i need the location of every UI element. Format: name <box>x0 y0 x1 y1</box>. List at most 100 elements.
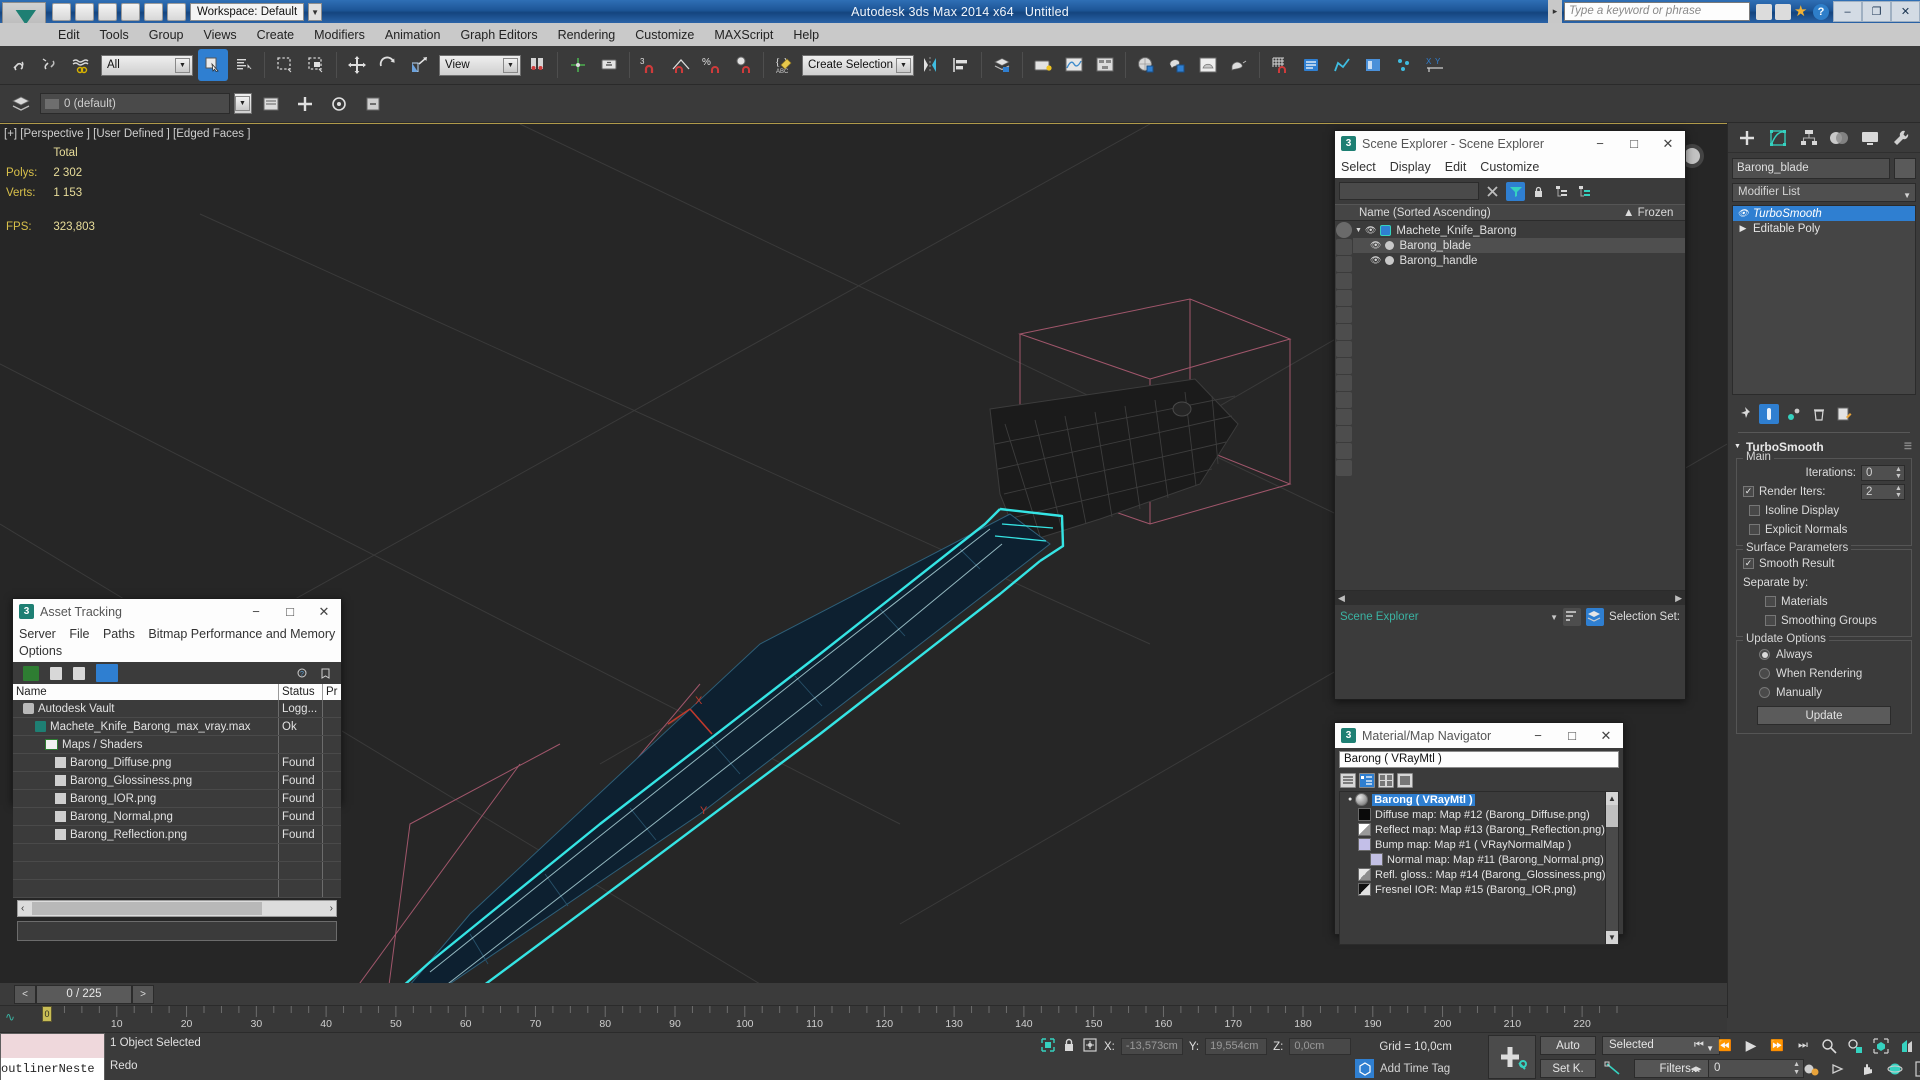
menu-item-views[interactable]: Views <box>193 26 246 44</box>
next-frame-icon[interactable]: ⏩ <box>1766 1036 1788 1055</box>
tab-motion[interactable] <box>1826 125 1853 150</box>
material-tree-row[interactable]: Normal map: Map #11 (Barong_Normal.png) <box>1340 852 1618 867</box>
material-navigator-maximize-button[interactable]: □ <box>1555 723 1589 748</box>
asset-tracking-command-field[interactable] <box>17 921 337 941</box>
pin-stack-icon[interactable] <box>1734 404 1754 424</box>
set-project-folder-icon[interactable] <box>144 3 163 21</box>
se-menu-display[interactable]: Display <box>1390 160 1431 174</box>
material-navigator-close-button[interactable]: ✕ <box>1589 723 1623 748</box>
layer-freeze-icon[interactable] <box>358 88 388 120</box>
selection-lock-toggle-icon[interactable] <box>1040 1037 1056 1056</box>
zoom-all-icon[interactable] <box>1844 1036 1866 1055</box>
table-row-empty[interactable] <box>13 862 341 880</box>
lock-icon[interactable] <box>1529 182 1548 201</box>
select-layer-objects-icon[interactable] <box>324 88 354 120</box>
at-menu-options[interactable]: Options <box>19 643 341 660</box>
table-row-empty[interactable] <box>13 844 341 862</box>
add-to-layer-icon[interactable] <box>290 88 320 120</box>
isoline-display-row[interactable]: Isoline Display <box>1743 501 1905 520</box>
current-layer-field[interactable]: 0 (default) <box>40 93 230 114</box>
at-menu-bitmap[interactable]: Bitmap Performance and Memory <box>148 627 335 641</box>
at-menu-paths[interactable]: Paths <box>103 627 135 641</box>
z-coordinate-field[interactable]: 0,0cm <box>1289 1038 1352 1055</box>
update-when-rendering-radio[interactable] <box>1759 668 1770 679</box>
previous-frame-icon[interactable]: ⏪ <box>1714 1036 1736 1055</box>
tab-create[interactable] <box>1734 125 1761 150</box>
zoom-icon[interactable] <box>1818 1036 1840 1055</box>
table-row[interactable]: Barong_Reflection.png Found <box>13 826 341 844</box>
zoom-extents-icon[interactable] <box>1870 1036 1892 1055</box>
listener-output-line[interactable]: outlinerNeste <box>1 1058 104 1080</box>
spinner-arrows-icon[interactable]: ▲ ▼ <box>1894 466 1903 481</box>
particle-view-icon[interactable] <box>1389 49 1419 81</box>
select-object-icon[interactable] <box>198 49 228 81</box>
help-question-icon[interactable]: ? <box>1813 3 1829 20</box>
bind-to-space-warp-icon[interactable] <box>66 49 96 81</box>
material-tree-row[interactable]: Reflect map: Map #13 (Barong_Reflection.… <box>1340 822 1618 837</box>
asset-tracking-grid[interactable]: Name Status Pr Autodesk Vault Logg... Ma… <box>13 684 341 898</box>
filter-xrefs-icon[interactable] <box>1336 392 1352 408</box>
scroll-left-icon[interactable]: ◀ <box>1338 593 1345 604</box>
asset-tracking-titlebar[interactable]: 3 Asset Tracking − □ ✕ <box>13 599 341 624</box>
footer-chevron-icon[interactable]: ▼ <box>1550 613 1558 622</box>
key-mode-toggle-icon[interactable] <box>1602 1059 1628 1078</box>
explicit-normals-row[interactable]: Explicit Normals <box>1743 520 1905 539</box>
spinner-arrows-icon[interactable]: ▲ ▼ <box>1894 485 1903 500</box>
materials-checkbox[interactable] <box>1765 596 1776 607</box>
time-configuration-icon[interactable] <box>1800 1059 1822 1078</box>
filter-shapes-icon[interactable] <box>1336 324 1352 340</box>
snaps-grid-icon[interactable] <box>1265 49 1295 81</box>
column-pr[interactable]: Pr <box>323 684 341 700</box>
curve-editor-icon[interactable] <box>1059 49 1089 81</box>
update-manually-radio[interactable] <box>1759 687 1770 698</box>
undo-icon[interactable] <box>98 3 117 21</box>
table-row[interactable]: Barong_IOR.png Found <box>13 790 341 808</box>
menu-item-group[interactable]: Group <box>139 26 194 44</box>
track-bar[interactable]: ∿ 10 20 30 40 50 60 70 80 90 100 110 120 130 140 150 16… <box>0 1005 1727 1032</box>
workspace-chevron-down-icon[interactable]: ▼ <box>308 3 323 21</box>
edit-named-selection-sets-icon[interactable]: { } ABC <box>769 49 799 81</box>
scroll-right-icon[interactable]: ▶ <box>1675 593 1682 604</box>
keyboard-shortcut-override-icon[interactable] <box>594 49 624 81</box>
rollout-drag-handle[interactable]: ☰ <box>1904 441 1912 452</box>
modifier-list-dropdown[interactable]: Modifier List ▼ <box>1732 183 1916 202</box>
scene-explorer-row-root[interactable]: ▼ 👁 Machete_Knife_Barong <box>1335 223 1685 238</box>
current-frame-spinner[interactable]: 0 ▲ ▼ <box>1708 1059 1804 1078</box>
refresh-assets-icon[interactable] <box>23 665 39 681</box>
remove-modifier-icon[interactable] <box>1809 404 1829 424</box>
menu-item-rendering[interactable]: Rendering <box>548 26 626 44</box>
material-editor-icon[interactable] <box>1131 49 1161 81</box>
save-file-icon[interactable] <box>75 3 94 21</box>
search-input[interactable]: Type a keyword or phrase <box>1564 2 1750 21</box>
collapse-triangle-icon[interactable]: ▼ <box>1734 443 1741 450</box>
filter-bones-icon[interactable] <box>1336 341 1352 357</box>
tab-hierarchy[interactable] <box>1795 125 1822 150</box>
prev-frame-button[interactable]: < <box>14 984 36 1004</box>
smooth-result-checkbox[interactable]: ✓ <box>1743 558 1754 569</box>
material-tree-row[interactable]: Fresnel IOR: Map #15 (Barong_IOR.png) <box>1340 882 1618 897</box>
render-frame-window-icon[interactable] <box>1193 49 1223 81</box>
listener-input-line[interactable] <box>1 1034 104 1058</box>
scene-explorer-row-blade[interactable]: 👁 Barong_blade <box>1335 238 1685 253</box>
select-and-rotate-icon[interactable] <box>373 49 403 81</box>
menu-item-create[interactable]: Create <box>247 26 305 44</box>
open-file-icon[interactable] <box>52 3 71 21</box>
iterations-spinner[interactable]: 0 ▲ ▼ <box>1861 464 1905 481</box>
maximize-viewport-icon[interactable] <box>1912 1059 1920 1078</box>
maxscript-mini-listener[interactable]: outlinerNeste <box>0 1033 105 1080</box>
infocenter-arrow-icon[interactable]: ▸ <box>1548 0 1562 23</box>
maximize-button[interactable]: ❐ <box>1862 1 1891 22</box>
menu-item-animation[interactable]: Animation <box>375 26 451 44</box>
manage-layers-icon[interactable] <box>1296 49 1326 81</box>
chevron-down-icon[interactable]: ▼ <box>503 57 518 73</box>
modifier-stack-item-editable-poly[interactable]: ▶ Editable Poly <box>1733 221 1915 236</box>
workspace-selector[interactable]: Workspace: Default <box>190 3 305 21</box>
filter-cameras-icon[interactable] <box>1336 273 1352 289</box>
thumbnail-view-icon[interactable] <box>73 666 85 680</box>
filter-hidden-icon[interactable] <box>1336 409 1352 425</box>
render-iters-checkbox[interactable]: ✓ <box>1743 486 1754 497</box>
se-menu-edit[interactable]: Edit <box>1445 160 1467 174</box>
filter-geometry-icon[interactable] <box>1336 239 1352 255</box>
material-navigator-titlebar[interactable]: 3 Material/Map Navigator − □ ✕ <box>1335 723 1623 748</box>
select-and-scale-icon[interactable] <box>404 49 434 81</box>
